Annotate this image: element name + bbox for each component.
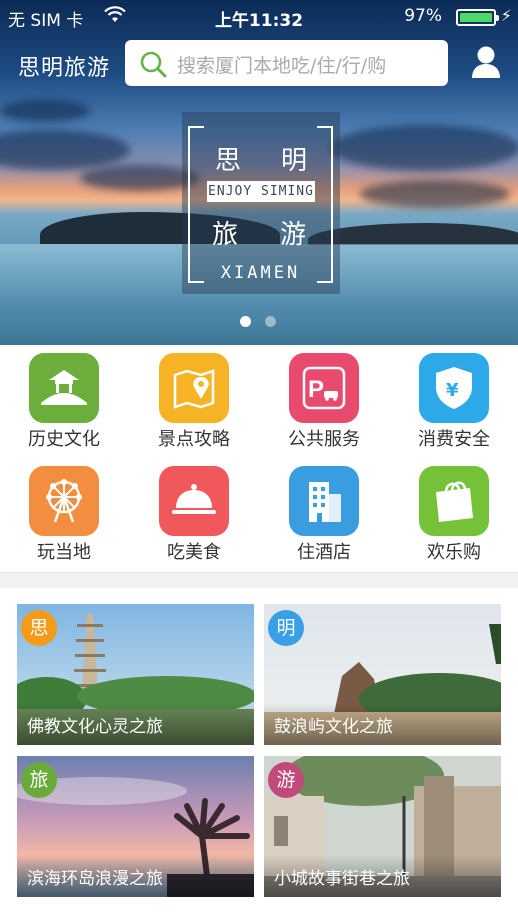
route-list: 思 佛教文化心灵之旅 明 鼓浪屿文化之旅 旅 滨海环岛浪漫之旅 游 小城故事街巷… [0,588,518,920]
food-cloche-icon [159,466,229,536]
category-label: 公共服务 [288,429,360,450]
ferris-wheel-icon [29,466,99,536]
yuan-shield-icon: ¥ [419,353,489,423]
route-title: 佛教文化心灵之旅 [27,717,163,737]
category-label: 欢乐购 [427,542,481,563]
logo-char: 明 [281,146,308,176]
battery-icon [456,9,499,26]
cloud-shape [330,125,518,171]
battery-fill [460,13,492,22]
route-card-buddhist-culture[interactable]: 思 佛教文化心灵之旅 [17,604,254,745]
route-badge: 明 [268,610,304,646]
category-hotel[interactable]: 住酒店 [274,458,374,568]
category-grid: 历史文化 景点攻略 P 公共服务 ¥ 消费安全 玩当地 吃美食 住酒店 欢乐购 [0,345,518,572]
charging-icon: ⚡ [500,6,512,25]
category-shopping[interactable]: 欢乐购 [404,458,504,568]
route-card-gulangyu[interactable]: 明 鼓浪屿文化之旅 [264,604,501,745]
route-card-coastal-romance[interactable]: 旅 滨海环岛浪漫之旅 [17,756,254,897]
search-icon [140,51,167,78]
parking-icon: P [289,353,359,423]
category-public-service[interactable]: P 公共服务 [274,345,374,455]
logo-char: 思 [215,146,242,176]
cloud-shape [360,180,510,208]
shopping-bag-icon [419,466,489,536]
category-label: 景点攻略 [158,429,230,450]
category-label: 历史文化 [28,429,100,450]
hotel-icon [289,466,359,536]
category-attraction-guide[interactable]: 景点攻略 [144,345,244,455]
logo-enjoy-text: ENJOY SIMING [207,181,315,202]
category-label: 玩当地 [37,542,91,563]
logo-city-text: XIAMEN [220,263,301,283]
category-label: 吃美食 [167,542,221,563]
cloud-shape [0,130,130,170]
category-label: 住酒店 [297,542,351,563]
user-profile-icon[interactable] [470,44,502,80]
cloud-shape [0,100,90,122]
section-divider [0,572,518,588]
category-label: 消费安全 [418,429,490,450]
category-play-local[interactable]: 玩当地 [14,458,114,568]
logo-char: 游 [280,220,307,250]
carousel-dot-active[interactable] [240,316,251,327]
search-bar[interactable]: 搜索厦门本地吃/住/行/购 [125,40,448,86]
search-input[interactable]: 搜索厦门本地吃/住/行/购 [177,51,386,78]
route-title: 滨海环岛浪漫之旅 [27,869,163,889]
app-title: 思明旅游 [18,56,111,81]
category-food[interactable]: 吃美食 [144,458,244,568]
pavilion-icon [29,353,99,423]
status-bar: 无 SIM 卡 上午11:32 97% ⚡ [0,0,518,34]
svg-text:¥: ¥ [446,380,459,401]
svg-text:P: P [308,376,324,403]
route-title: 鼓浪屿文化之旅 [274,717,393,737]
carousel-dot[interactable] [265,316,276,327]
route-badge: 游 [268,762,304,798]
route-badge: 旅 [21,762,57,798]
category-history-culture[interactable]: 历史文化 [14,345,114,455]
battery-percent: 97% [404,6,442,26]
category-consumer-safety[interactable]: ¥ 消费安全 [404,345,504,455]
route-title: 小城故事街巷之旅 [274,869,410,889]
map-pin-icon [159,353,229,423]
route-badge: 思 [21,610,57,646]
route-card-alley-stories[interactable]: 游 小城故事街巷之旅 [264,756,501,897]
logo-char: 旅 [212,220,239,250]
banner-logo-frame [188,126,333,283]
